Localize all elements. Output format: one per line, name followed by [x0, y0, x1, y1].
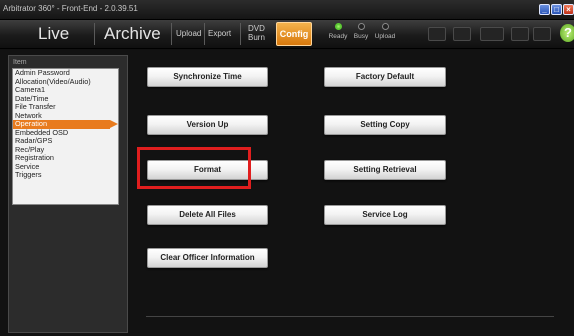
tab-dvd-burn[interactable]: DVD Burn [248, 24, 265, 42]
tab-separator [240, 23, 241, 45]
minimize-button[interactable]: _ [539, 4, 550, 15]
dvd-burn-line1: DVD [248, 24, 265, 33]
tab-separator [171, 23, 172, 45]
tab-separator [204, 23, 205, 45]
layout-icon[interactable] [480, 27, 504, 41]
status-upload-icon [381, 23, 389, 30]
item-list[interactable]: Admin Password Allocation(Video/Audio) Cam… [12, 68, 119, 205]
setting-retrieval-button[interactable]: Setting Retrieval [324, 160, 446, 180]
status-busy-icon [357, 23, 365, 30]
service-log-button[interactable]: Service Log [324, 205, 446, 225]
bottom-divider [146, 316, 554, 317]
tab-config[interactable]: Config [276, 22, 312, 46]
item-heading: Item [13, 59, 27, 66]
status-busy-label: Busy [353, 33, 369, 40]
version-up-button[interactable]: Version Up [147, 115, 268, 135]
clear-officer-information-button[interactable]: Clear Officer Information [147, 248, 268, 268]
help-icon[interactable]: ? [560, 24, 574, 42]
tab-upload[interactable]: Upload [176, 29, 201, 38]
panel-icon[interactable] [533, 27, 551, 41]
keyboard-icon[interactable] [428, 27, 446, 41]
list-item[interactable]: Triggers [13, 170, 118, 180]
dvd-burn-line2: Burn [248, 33, 265, 42]
close-button[interactable]: × [563, 4, 574, 15]
display-icon[interactable] [453, 27, 471, 41]
status-busy: Busy [348, 23, 374, 40]
delete-all-files-button[interactable]: Delete All Files [147, 205, 268, 225]
status-upload-label: Upload [374, 33, 396, 40]
window-title: Arbitrator 360° - Front-End - 2.0.39.51 [3, 4, 138, 13]
item-panel: Item Admin Password Allocation(Video/Audi… [8, 55, 128, 333]
factory-default-button[interactable]: Factory Default [324, 67, 446, 87]
title-bar: Arbitrator 360° - Front-End - 2.0.39.51 … [0, 0, 574, 20]
tab-export[interactable]: Export [208, 29, 231, 38]
maximize-button[interactable]: □ [551, 4, 562, 15]
status-ready-icon [334, 23, 342, 30]
tab-live[interactable]: Live [38, 24, 69, 44]
setting-copy-button[interactable]: Setting Copy [324, 115, 446, 135]
format-highlight-box [137, 147, 251, 189]
panel-icon[interactable] [511, 27, 529, 41]
main-toolbar: Live Archive Upload Export DVD Burn Conf… [0, 20, 574, 49]
main-content: Item Admin Password Allocation(Video/Audi… [0, 50, 574, 336]
status-upload: Upload [372, 23, 398, 40]
tab-archive[interactable]: Archive [104, 24, 161, 44]
tab-separator [94, 23, 95, 45]
synchronize-time-button[interactable]: Synchronize Time [147, 67, 268, 87]
